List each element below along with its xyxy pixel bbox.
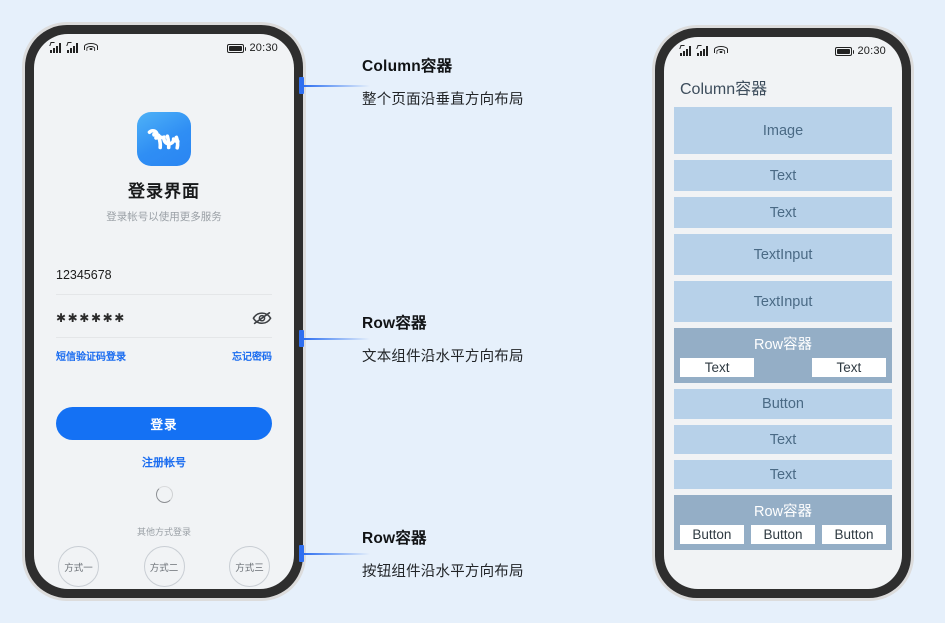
status-bar-right: 20:30 [227,42,278,54]
wireframe-box[interactable]: Button [674,389,892,419]
wireframe-chip[interactable]: Button [822,525,886,544]
battery-icon [227,43,247,53]
status-bar-left [680,46,728,56]
app-logo [137,112,191,166]
wireframe-title: Column容器 [680,81,768,98]
marker-line [304,84,370,87]
marker-line [304,552,370,555]
wireframe-row-items: Button Button Button [680,525,886,544]
wireframe-row-container: Row容器 Button Button Button [674,495,892,550]
status-bar-clock: 20:30 [249,42,278,54]
annotation-row-container-text: Row容器 文本组件沿水平方向布局 [362,311,632,366]
wireframe-row-container: Row容器 Text Text [674,328,892,383]
wireframe-row-items: Text Text [680,358,886,377]
battery-icon [835,46,855,56]
wireframe-phone-screen: 20:30 Column容器 Image Text Text TextInput Tex… [664,37,902,589]
wireframe-chip[interactable]: Button [680,525,744,544]
app-title: 登录界面 [128,182,200,201]
wireframe-chip[interactable]: Button [751,525,815,544]
wireframe-content: Column容器 Image Text Text TextInput TextInput… [664,61,902,589]
login-phone-mockup: 20:30 登录界面 登录帐号以使用更多服务 12345678 ✱✱✱✱✱✱ 短… [25,25,303,598]
signal-icon [680,46,693,56]
other-login-label: 其他方式登录 [136,527,191,537]
annotation-marker [299,545,370,562]
wifi-icon [83,43,98,53]
wireframe-chip[interactable]: Text [680,358,755,377]
app-logo-glyph [147,128,180,150]
annotation-title: Column容器 [362,58,453,75]
helper-links: 短信验证码登录 忘记密码 [56,348,272,363]
status-bar: 20:30 [34,34,294,58]
annotation-marker [299,77,370,94]
wireframe-block-list: Image Text Text TextInput TextInput Row容器 Text… [674,107,892,556]
wireframe-box[interactable]: TextInput [674,281,892,322]
wifi-icon [713,46,728,56]
login-button[interactable]: 登录 [56,407,272,440]
signal-icon [67,43,80,53]
status-bar-clock: 20:30 [857,45,886,57]
sms-login-link[interactable]: 短信验证码登录 [56,348,126,363]
wireframe-box[interactable]: TextInput [674,234,892,275]
eye-off-icon[interactable] [252,311,272,325]
loading-spinner-wrap [56,486,272,503]
status-bar-right: 20:30 [835,45,886,57]
annotation-title: Row容器 [362,530,427,547]
annotation-desc: 整个页面沿垂直方向布局 [362,92,524,108]
app-subtitle: 登录帐号以使用更多服务 [106,211,222,223]
login-content: 登录界面 登录帐号以使用更多服务 12345678 ✱✱✱✱✱✱ 短信验证码登录… [34,58,294,589]
annotation-column-container: Column容器 整个页面沿垂直方向布局 [362,54,632,109]
other-login-row: 方式一 方式二 方式三 [56,546,272,587]
password-value: ✱✱✱✱✱✱ [56,311,126,325]
register-link[interactable]: 注册帐号 [56,454,272,470]
annotation-marker [299,330,370,347]
status-bar-left [50,43,98,53]
annotation-desc: 按钮组件沿水平方向布局 [362,564,524,580]
wireframe-row-title: Row容器 [753,337,812,353]
other-login-option[interactable]: 方式二 [143,546,185,587]
other-login-option[interactable]: 方式一 [58,546,99,587]
status-bar: 20:30 [664,37,902,61]
account-value: 12345678 [56,268,112,282]
wireframe-box[interactable]: Text [674,460,892,489]
login-phone-screen: 20:30 登录界面 登录帐号以使用更多服务 12345678 ✱✱✱✱✱✱ 短… [34,34,294,589]
wireframe-box[interactable]: Text [674,197,892,228]
wireframe-row-title: Row容器 [753,504,812,520]
account-field[interactable]: 12345678 [56,256,272,295]
wireframe-phone-mockup: 20:30 Column容器 Image Text Text TextInput Tex… [655,28,911,598]
wireframe-box[interactable]: Image [674,107,892,154]
annotation-title: Row容器 [362,315,427,332]
signal-icon [697,46,710,56]
password-field[interactable]: ✱✱✱✱✱✱ [56,299,272,338]
signal-icon [50,43,63,53]
forgot-password-link[interactable]: 忘记密码 [232,348,272,363]
marker-line [304,337,370,340]
annotation-row-container-button: Row容器 按钮组件沿水平方向布局 [362,526,632,581]
app-logo-wrap [56,112,272,166]
wireframe-box[interactable]: Text [674,160,892,191]
loading-spinner-icon [155,486,173,503]
annotation-desc: 文本组件沿水平方向布局 [362,349,524,365]
wireframe-chip[interactable]: Text [811,358,886,377]
wireframe-box[interactable]: Text [674,425,892,454]
other-login-option[interactable]: 方式三 [229,546,270,587]
